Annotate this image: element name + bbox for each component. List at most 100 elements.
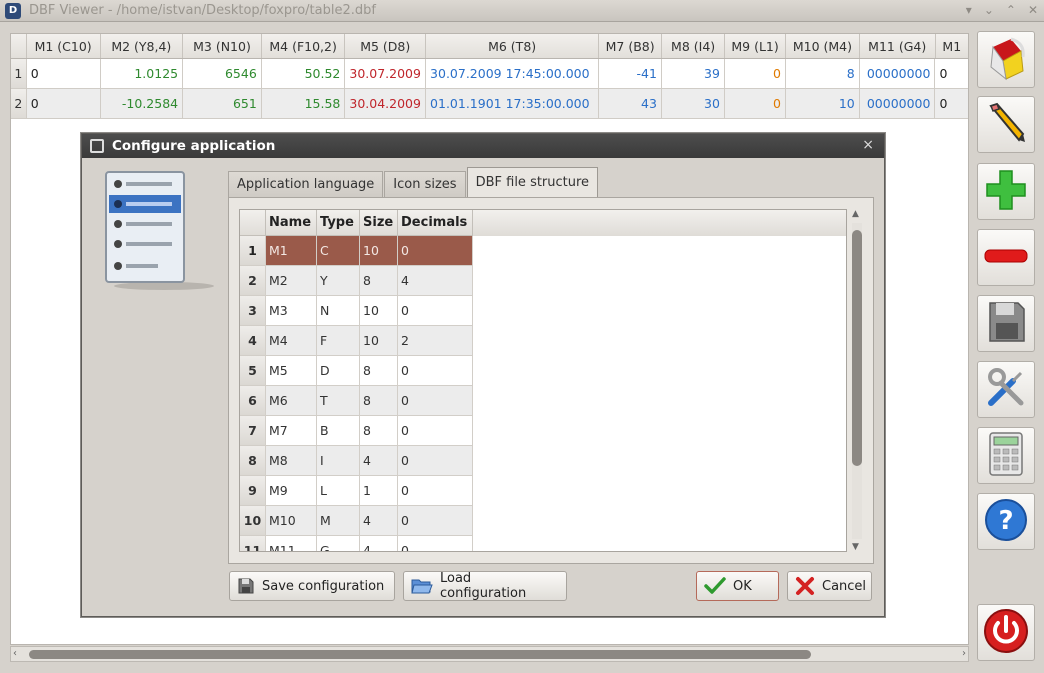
table-cell[interactable]: 8 xyxy=(360,356,398,386)
remove-button[interactable] xyxy=(977,229,1035,286)
table-cell[interactable]: M3 xyxy=(266,296,317,326)
tab-dbf-file-structure[interactable]: DBF file structure xyxy=(466,167,599,197)
close-icon[interactable]: ✕ xyxy=(1028,3,1038,17)
table-cell[interactable]: T xyxy=(317,386,360,416)
minimize-icon[interactable]: ⌄ xyxy=(984,3,994,17)
table-cell[interactable]: 0 xyxy=(725,89,786,118)
table-cell[interactable]: 30.04.2009 xyxy=(345,89,427,118)
table-row[interactable]: 2 0 -10.2584 651 15.58 30.04.2009 01.01.… xyxy=(11,89,968,119)
table-cell[interactable]: 0 xyxy=(398,506,473,536)
row-number[interactable]: 4 xyxy=(240,326,266,356)
row-number[interactable]: 2 xyxy=(240,266,266,296)
structure-table[interactable]: Name Type Size Decimals 1 M1 C 10 0 2 M2… xyxy=(239,209,847,552)
help-button[interactable]: ? xyxy=(977,493,1035,550)
column-header[interactable]: M9 (L1) xyxy=(725,34,787,58)
table-cell[interactable]: 8 xyxy=(360,386,398,416)
calculator-button[interactable] xyxy=(977,427,1035,484)
table-cell[interactable]: 0 xyxy=(725,59,786,88)
table-cell[interactable]: 10 xyxy=(360,296,398,326)
table-cell[interactable]: 0 xyxy=(398,536,473,551)
column-header[interactable]: M3 (N10) xyxy=(183,34,262,58)
scroll-up-icon[interactable]: ▲ xyxy=(852,209,859,219)
table-cell[interactable]: 00000000 xyxy=(860,89,936,118)
row-number[interactable]: 1 xyxy=(11,59,27,88)
row-number[interactable]: 2 xyxy=(11,89,27,118)
table-cell[interactable]: 4 xyxy=(360,506,398,536)
table-cell[interactable]: M8 xyxy=(266,446,317,476)
table-cell[interactable]: 0 xyxy=(398,356,473,386)
table-cell[interactable]: 0 xyxy=(398,386,473,416)
edit-button[interactable] xyxy=(977,96,1035,153)
column-header[interactable]: M2 (Y8,4) xyxy=(101,34,184,58)
tab-application-language[interactable]: Application language xyxy=(228,171,384,197)
column-header[interactable]: Name xyxy=(266,210,317,236)
scroll-right-icon[interactable]: › xyxy=(962,647,966,661)
table-row[interactable]: 4 M4 F 10 2 xyxy=(240,326,846,356)
row-number[interactable]: 5 xyxy=(240,356,266,386)
table-cell[interactable]: 0 xyxy=(398,416,473,446)
table-cell[interactable]: M11 xyxy=(266,536,317,551)
tab-icon-sizes[interactable]: Icon sizes xyxy=(384,171,466,197)
cancel-button[interactable]: Cancel xyxy=(787,571,872,601)
table-cell[interactable]: 0 xyxy=(398,446,473,476)
table-cell[interactable]: 10 xyxy=(360,236,398,266)
table-cell[interactable]: 00000000 xyxy=(860,59,936,88)
table-cell[interactable]: M5 xyxy=(266,356,317,386)
column-header[interactable]: M10 (M4) xyxy=(786,34,860,58)
table-row[interactable]: 2 M2 Y 8 4 xyxy=(240,266,846,296)
table-cell[interactable]: M10 xyxy=(266,506,317,536)
row-number[interactable]: 1 xyxy=(240,236,266,266)
table-cell[interactable]: -41 xyxy=(599,59,662,88)
table-cell[interactable]: 30.07.2009 17:45:00.000 xyxy=(426,59,599,88)
table-row[interactable]: 10 M10 M 4 0 xyxy=(240,506,846,536)
table-cell[interactable]: M4 xyxy=(266,326,317,356)
table-cell[interactable]: L xyxy=(317,476,360,506)
table-cell[interactable]: 8 xyxy=(360,416,398,446)
column-header[interactable]: M11 (G4) xyxy=(860,34,936,58)
table-cell[interactable]: 4 xyxy=(398,266,473,296)
table-cell[interactable]: 0 xyxy=(398,236,473,266)
table-cell[interactable]: N xyxy=(317,296,360,326)
row-number[interactable]: 7 xyxy=(240,416,266,446)
scroll-left-icon[interactable]: ‹ xyxy=(13,647,17,661)
horizontal-scrollbar[interactable]: ‹ › xyxy=(10,646,969,662)
table-row[interactable]: 1 0 1.0125 6546 50.52 30.07.2009 30.07.2… xyxy=(11,59,968,89)
column-header[interactable]: M8 (I4) xyxy=(662,34,726,58)
table-cell[interactable]: 0 xyxy=(935,89,968,118)
table-cell[interactable]: G xyxy=(317,536,360,551)
table-cell[interactable]: 8 xyxy=(360,266,398,296)
scrollbar-thumb[interactable] xyxy=(29,650,811,659)
table-cell[interactable]: 0 xyxy=(27,89,101,118)
column-header[interactable]: M5 (D8) xyxy=(345,34,427,58)
table-cell[interactable]: M9 xyxy=(266,476,317,506)
table-cell[interactable]: 10 xyxy=(786,89,860,118)
add-button[interactable] xyxy=(977,163,1035,220)
table-row[interactable]: 1 M1 C 10 0 xyxy=(240,236,846,266)
column-header[interactable]: M1 xyxy=(936,34,968,58)
close-icon[interactable]: × xyxy=(862,137,874,153)
settings-button[interactable] xyxy=(977,361,1035,418)
column-header[interactable]: M6 (T8) xyxy=(426,34,600,58)
table-cell[interactable]: 1 xyxy=(360,476,398,506)
row-number[interactable]: 6 xyxy=(240,386,266,416)
row-number[interactable]: 3 xyxy=(240,296,266,326)
row-number[interactable]: 9 xyxy=(240,476,266,506)
scrollbar-thumb[interactable] xyxy=(852,230,862,466)
table-cell[interactable]: 0 xyxy=(27,59,101,88)
table-cell[interactable]: 0 xyxy=(935,59,968,88)
table-row[interactable]: 9 M9 L 1 0 xyxy=(240,476,846,506)
table-cell[interactable]: 39 xyxy=(662,59,725,88)
table-cell[interactable]: 651 xyxy=(183,89,262,118)
table-row[interactable]: 5 M5 D 8 0 xyxy=(240,356,846,386)
quit-button[interactable] xyxy=(977,604,1035,661)
table-cell[interactable]: M xyxy=(317,506,360,536)
table-cell[interactable]: 4 xyxy=(360,536,398,551)
table-cell[interactable]: 10 xyxy=(360,326,398,356)
table-cell[interactable]: M6 xyxy=(266,386,317,416)
chevron-down-icon[interactable]: ▾ xyxy=(966,3,972,17)
table-cell[interactable]: 8 xyxy=(786,59,860,88)
row-number[interactable]: 11 xyxy=(240,536,266,551)
table-cell[interactable]: 6546 xyxy=(183,59,262,88)
table-cell[interactable]: -10.2584 xyxy=(101,89,184,118)
vertical-scrollbar[interactable]: ▲ ▼ xyxy=(849,209,865,552)
